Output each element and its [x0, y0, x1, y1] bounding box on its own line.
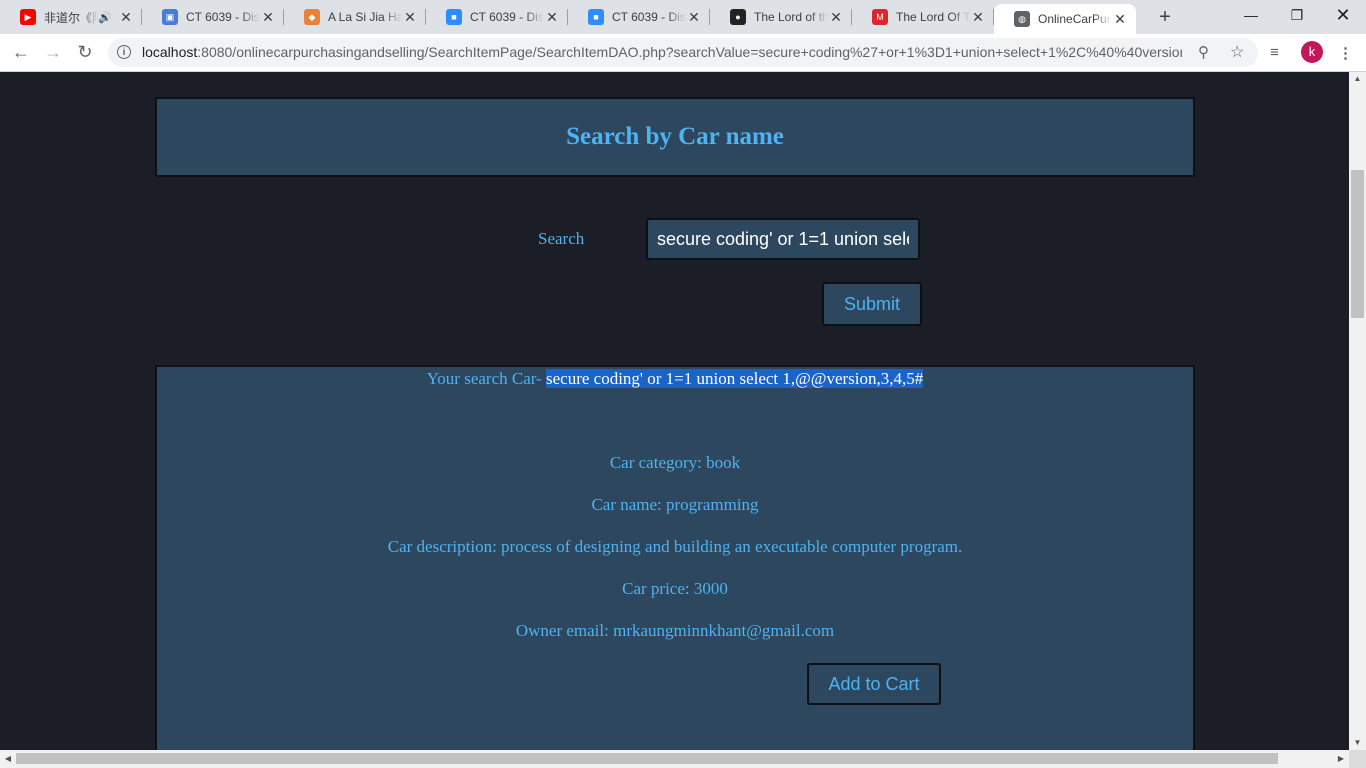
horizontal-scroll-thumb[interactable] — [16, 753, 1278, 764]
profile-avatar[interactable]: k — [1301, 41, 1323, 63]
close-tab-icon[interactable]: ✕ — [828, 9, 844, 26]
header-panel: Search by Car name — [155, 97, 1195, 177]
speaker-icon[interactable]: 🔊 — [98, 11, 112, 24]
tab-title: 非道尔《阿 — [44, 10, 99, 25]
owner-email: Owner email: mrkaungminnkhant@gmail.com — [515, 621, 835, 640]
scroll-left-arrow-icon[interactable]: ◀ — [0, 750, 16, 768]
scroll-down-arrow-icon[interactable]: ▼ — [1349, 736, 1366, 750]
url-path: :8080/onlinecarpurchasingandselling/Sear… — [197, 44, 1182, 60]
scrollbar-corner — [1349, 750, 1366, 768]
browser-tab[interactable]: ■ CT 6039 - Diss ✕ — [426, 0, 568, 34]
url-text[interactable]: localhost:8080/onlinecarpurchasingandsel… — [142, 44, 1182, 60]
browser-tab[interactable]: ▶ 非道尔《阿 🔊 ✕ — [0, 0, 142, 34]
zoom-icon: ■ — [446, 9, 462, 25]
browser-tab[interactable]: ■ CT 6039 - Diss ✕ — [568, 0, 710, 34]
page-viewport: Search by Car name Search Submit Your se… — [0, 72, 1349, 750]
url-host: localhost — [142, 44, 198, 60]
close-tab-icon[interactable]: ✕ — [970, 9, 986, 26]
car-description: Car description: process of designing an… — [387, 537, 963, 556]
globe-icon: ◍ — [1014, 11, 1030, 27]
reload-button[interactable]: ↻ — [73, 40, 97, 64]
tab-title: CT 6039 - Diss — [612, 10, 686, 24]
forward-button[interactable]: → — [41, 40, 65, 64]
browser-tab[interactable]: ◆ A La Si Jia Hai ✕ — [284, 0, 426, 34]
zoom-icon: ■ — [588, 9, 604, 25]
mega-icon: M — [872, 9, 888, 25]
menu-kebab-icon[interactable]: ⋮ — [1338, 44, 1353, 62]
search-label: Search — [538, 229, 585, 248]
address-bar[interactable]: i localhost:8080/onlinecarpurchasingands… — [108, 38, 1258, 67]
results-panel: Your search Car- secure coding' or 1=1 u… — [155, 365, 1195, 750]
search-input[interactable] — [646, 218, 920, 260]
scroll-up-arrow-icon[interactable]: ▲ — [1349, 72, 1366, 86]
minimize-button[interactable]: — — [1228, 0, 1274, 30]
close-window-button[interactable]: ✕ — [1320, 0, 1366, 30]
search-summary: Your search Car- secure coding' or 1=1 u… — [157, 369, 1193, 389]
scroll-right-arrow-icon[interactable]: ▶ — [1333, 750, 1349, 768]
tab-title: OnlineCarPurc — [1038, 12, 1112, 26]
image-icon: ◆ — [304, 9, 320, 25]
tab-title: The Lord of the — [754, 10, 828, 24]
submit-button[interactable]: Submit — [822, 282, 922, 326]
vertical-scroll-thumb[interactable] — [1351, 170, 1364, 318]
close-tab-icon[interactable]: ✕ — [544, 9, 560, 26]
browser-tab[interactable]: ● The Lord of the ✕ — [710, 0, 852, 34]
back-button[interactable]: ← — [9, 40, 33, 64]
tab-strip: ▶ 非道尔《阿 🔊 ✕ ▣ CT 6039 - Diss ✕ ◆ A La Si Jia Hai… — [0, 0, 1366, 34]
search-summary-query: secure coding' or 1=1 union select 1,@@v… — [545, 369, 924, 388]
car-price: Car price: 3000 — [622, 579, 728, 598]
site-info-icon[interactable]: i — [117, 45, 131, 59]
add-to-cart-button[interactable]: Add to Cart — [807, 663, 941, 705]
new-tab-button[interactable]: + — [1154, 6, 1176, 28]
vertical-scrollbar[interactable]: ▲ ▼ — [1349, 72, 1366, 750]
tab-title: The Lord Of Th — [896, 10, 970, 24]
search-summary-prefix: Your search Car- — [426, 369, 546, 388]
imdb-icon: ● — [730, 9, 746, 25]
page-title: Search by Car name — [566, 123, 784, 150]
browser-tab[interactable]: M The Lord Of Th ✕ — [852, 0, 994, 34]
car-category: Car category: book — [609, 453, 741, 472]
restore-button[interactable]: ❐ — [1274, 0, 1320, 30]
media-control-icon[interactable]: ≡ — [1270, 44, 1279, 61]
browser-tab[interactable]: ◍ OnlineCarPurc ✕ — [994, 4, 1136, 34]
tab-title: CT 6039 - Diss — [186, 10, 260, 24]
close-tab-icon[interactable]: ✕ — [402, 9, 418, 26]
browser-toolbar: ← → ↻ i localhost:8080/onlinecarpurchasi… — [0, 34, 1366, 72]
tab-title: CT 6039 - Diss — [470, 10, 544, 24]
close-tab-icon[interactable]: ✕ — [260, 9, 276, 26]
tab-title: A La Si Jia Hai — [328, 10, 402, 24]
horizontal-scrollbar[interactable]: ◀ ▶ — [0, 750, 1349, 768]
youtube-icon: ▶ — [20, 9, 36, 25]
close-tab-icon[interactable]: ✕ — [686, 9, 702, 26]
close-tab-icon[interactable]: ✕ — [118, 9, 134, 26]
zoom-icon[interactable]: ⚲ — [1198, 43, 1209, 61]
car-name: Car name: programming — [591, 495, 759, 514]
bookmark-star-icon[interactable]: ☆ — [1230, 42, 1244, 62]
page-icon: ▣ — [162, 9, 178, 25]
browser-tab[interactable]: ▣ CT 6039 - Diss ✕ — [142, 0, 284, 34]
close-tab-icon[interactable]: ✕ — [1112, 11, 1128, 28]
